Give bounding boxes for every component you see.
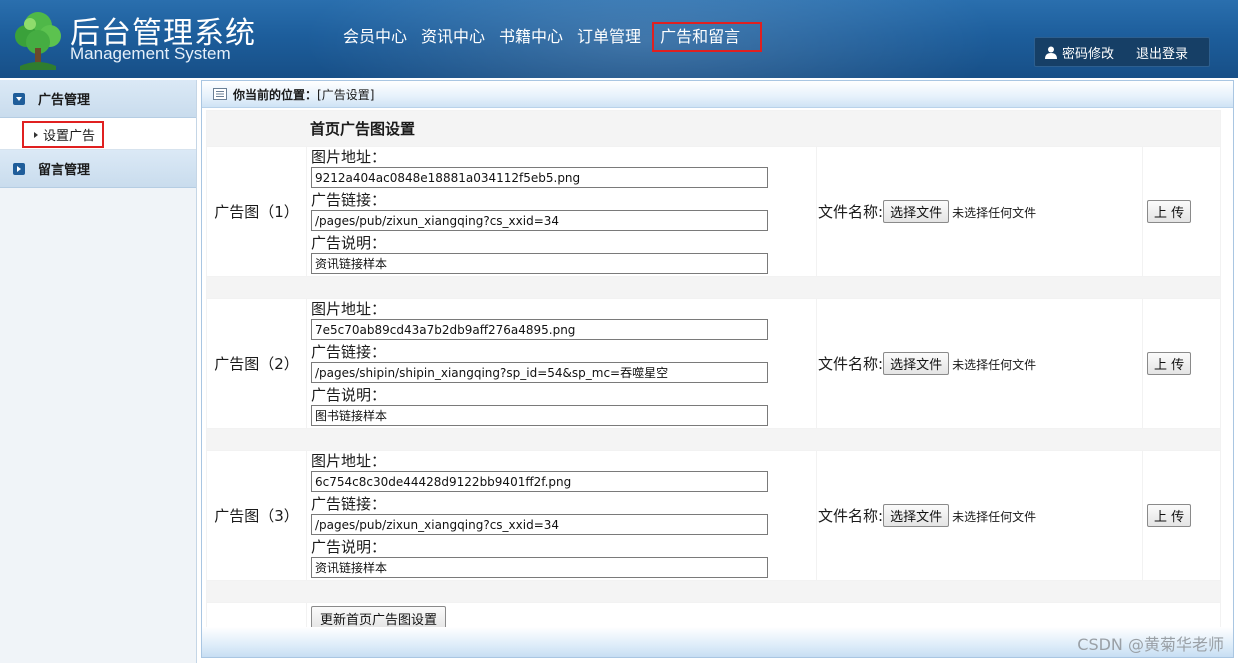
sidebar-subitems: 设置广告 — [0, 118, 196, 150]
image-url-input-2[interactable] — [311, 319, 768, 340]
ad-link-label: 广告链接： — [311, 191, 387, 209]
ad-fields-2: 图片地址： 广告链接： 广告说明： — [306, 298, 817, 429]
upload-cell-3: 上 传 — [1142, 450, 1221, 581]
image-url-input-1[interactable] — [311, 167, 768, 188]
triangle-right-icon — [34, 131, 38, 138]
upload-cell-2: 上 传 — [1142, 298, 1221, 429]
main-panel: 你当前的位置： [广告设置] 首页广告图设置 广告图（1） 图片地址： 广告链接… — [201, 80, 1234, 658]
ad-link-label: 广告链接： — [311, 343, 387, 361]
file-status: 未选择任何文件 — [952, 510, 1037, 524]
file-name-label: 文件名称: — [818, 507, 884, 525]
list-icon — [213, 88, 227, 100]
nav-order-management[interactable]: 订单管理 — [570, 22, 648, 52]
nav-book-center[interactable]: 书籍中心 — [492, 22, 570, 52]
ad-row-2: 广告图（2） 图片地址： 广告链接： 广告说明： 文件名称:选择文件未选择任何文… — [206, 298, 1221, 429]
top-header: 后台管理系统 Management System 会员中心 资讯中心 书籍中心 … — [0, 0, 1238, 78]
nav-news-center[interactable]: 资讯中心 — [414, 22, 492, 52]
ad-row-1: 广告图（1） 图片地址： 广告链接： 广告说明： 文件名称:选择文件未选择任何文… — [206, 146, 1221, 277]
section-title: 首页广告图设置 — [310, 120, 416, 138]
ad-link-input-2[interactable] — [311, 362, 768, 383]
brand-subtitle: Management System — [70, 44, 231, 63]
image-url-label: 图片地址： — [311, 148, 387, 166]
file-name-label: 文件名称: — [818, 203, 884, 221]
logout-label: 退出登录 — [1136, 46, 1189, 62]
ad-link-input-1[interactable] — [311, 210, 768, 231]
top-nav: 会员中心 资讯中心 书籍中心 订单管理 广告和留言 — [336, 22, 763, 52]
image-url-input-3[interactable] — [311, 471, 768, 492]
file-status: 未选择任何文件 — [952, 206, 1037, 220]
upload-button-3[interactable]: 上 传 — [1147, 504, 1192, 527]
ad-fields-3: 图片地址： 广告链接： 广告说明： — [306, 450, 817, 581]
sidebar-group-ads[interactable]: 广告管理 — [0, 80, 196, 118]
ad-desc-label: 广告说明： — [311, 386, 387, 404]
gap-row — [206, 428, 1221, 451]
ad-fields-1: 图片地址： 广告链接： 广告说明： — [306, 146, 817, 277]
change-password-label: 密码修改 — [1062, 46, 1115, 62]
upload-cell-1: 上 传 — [1142, 146, 1221, 277]
ad-label-2: 广告图（2） — [206, 298, 307, 429]
choose-file-button-3[interactable]: 选择文件 — [883, 504, 950, 527]
user-menu: 密码修改 退出登录 — [1034, 37, 1210, 67]
ad-desc-label: 广告说明： — [311, 234, 387, 252]
ad-settings-form: 首页广告图设置 广告图（1） 图片地址： 广告链接： 广告说明： 文件名称:选择… — [206, 110, 1221, 635]
image-url-label: 图片地址： — [311, 300, 387, 318]
ad-label-1: 广告图（1） — [206, 146, 307, 277]
ad-desc-label: 广告说明： — [311, 538, 387, 556]
ad-row-3: 广告图（3） 图片地址： 广告链接： 广告说明： 文件名称:选择文件未选择任何文… — [206, 450, 1221, 581]
logo-tree-icon — [15, 12, 61, 70]
ad-desc-input-1[interactable] — [311, 253, 768, 274]
image-url-label: 图片地址： — [311, 452, 387, 470]
ad-link-label: 广告链接： — [311, 495, 387, 513]
breadcrumb-label: 你当前的位置： — [233, 87, 318, 102]
breadcrumb: 你当前的位置： [广告设置] — [202, 81, 1233, 108]
choose-file-button-2[interactable]: 选择文件 — [883, 352, 950, 375]
sidebar-group-label: 留言管理 — [38, 163, 91, 178]
sidebar-item-set-ads[interactable]: 设置广告 — [22, 121, 104, 148]
collapse-arrow-icon — [13, 162, 25, 175]
file-picker-2: 文件名称: 选择文件 未选择任何文件 — [816, 298, 1143, 429]
logout-link[interactable]: 退出登录 — [1136, 43, 1188, 62]
nav-member-center[interactable]: 会员中心 — [336, 22, 414, 52]
choose-file-button-1[interactable]: 选择文件 — [883, 200, 950, 223]
sidebar: 广告管理 设置广告 留言管理 — [0, 80, 197, 663]
sidebar-group-messages[interactable]: 留言管理 — [0, 150, 196, 188]
sidebar-item-label: 设置广告 — [43, 129, 96, 144]
gap-row — [206, 276, 1221, 299]
upload-button-2[interactable]: 上 传 — [1147, 352, 1192, 375]
ad-desc-input-2[interactable] — [311, 405, 768, 426]
sidebar-group-label: 广告管理 — [38, 93, 91, 108]
upload-button-1[interactable]: 上 传 — [1147, 200, 1192, 223]
change-password-link[interactable]: 密码修改 — [1045, 43, 1114, 62]
gap-row — [206, 580, 1221, 603]
nav-ads-and-messages[interactable]: 广告和留言 — [652, 22, 763, 52]
file-picker-3: 文件名称: 选择文件 未选择任何文件 — [816, 450, 1143, 581]
ad-desc-input-3[interactable] — [311, 557, 768, 578]
watermark: CSDN @黄菊华老师 — [1077, 635, 1224, 654]
ad-link-input-3[interactable] — [311, 514, 768, 535]
file-status: 未选择任何文件 — [952, 358, 1037, 372]
file-picker-1: 文件名称: 选择文件 未选择任何文件 — [816, 146, 1143, 277]
ad-label-3: 广告图（3） — [206, 450, 307, 581]
user-icon — [1045, 46, 1057, 59]
expand-arrow-icon — [13, 92, 25, 105]
breadcrumb-value: [广告设置] — [317, 87, 375, 102]
form-header-row: 首页广告图设置 — [206, 110, 1221, 147]
file-name-label: 文件名称: — [818, 355, 884, 373]
